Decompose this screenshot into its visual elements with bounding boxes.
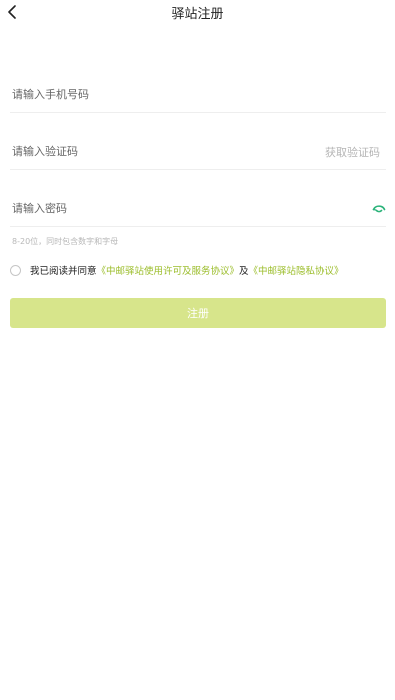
password-field — [10, 192, 386, 227]
privacy-agreement-link[interactable]: 《中邮驿站隐私协议》 — [249, 263, 344, 277]
phone-input[interactable] — [12, 78, 312, 110]
code-field: 获取验证码 — [10, 135, 386, 170]
eye-toggle-icon[interactable] — [372, 201, 386, 215]
agreement-text: 我已阅读并同意 — [30, 266, 97, 277]
get-code-button[interactable]: 获取验证码 — [325, 144, 380, 160]
service-agreement-link[interactable]: 《中邮驿站使用许可及服务协议》 — [97, 263, 240, 277]
password-hint: 8-20位，同时包含数字和字母 — [12, 237, 119, 246]
register-button[interactable]: 注册 — [10, 298, 386, 328]
password-input[interactable] — [12, 192, 312, 224]
page-title: 驿站注册 — [171, 7, 224, 22]
verification-code-input[interactable] — [12, 135, 312, 167]
agreement-and-text: 及 — [239, 266, 249, 277]
agree-radio[interactable] — [10, 264, 21, 276]
agreement-row: 我已阅读并同意 《中邮驿站使用许可及服务协议》 及 《中邮驿站隐私协议》 — [10, 262, 344, 278]
phone-field — [10, 78, 386, 113]
navigation-bar: 驿站注册 — [0, 0, 395, 26]
register-page: 驿站注册 获取验证码 8-20位，同时包含数字和字母 我已阅读并同意 《中邮驿站… — [0, 0, 395, 700]
